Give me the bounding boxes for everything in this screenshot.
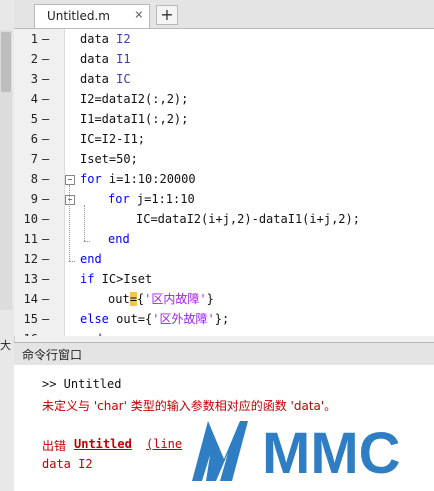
command-window-title: 命令行窗口 xyxy=(22,348,83,362)
command-prompt-line: >> Untitled xyxy=(42,377,122,391)
line-number: 15 xyxy=(23,312,38,326)
code-text: end xyxy=(108,232,130,246)
code-editor[interactable]: 1– data I2 2– data I1 3– data IC 4– I2=d… xyxy=(14,29,434,336)
code-line[interactable]: 14– out={'区内故障'} xyxy=(14,289,434,309)
code-text: out={'区内故障'} xyxy=(108,292,214,306)
line-number: 14 xyxy=(23,292,38,306)
line-number: 12 xyxy=(23,252,38,266)
tab-untitled[interactable]: Untitled.m × xyxy=(34,4,150,28)
tab-title: Untitled.m xyxy=(47,9,110,23)
left-panel-fragment: 大 xyxy=(0,339,11,352)
error-code-line: data I2 xyxy=(42,457,93,471)
code-text: data IC xyxy=(80,72,131,86)
fold-toggle-icon[interactable]: − xyxy=(65,195,75,205)
code-line[interactable]: 7– Iset=50; xyxy=(14,149,434,169)
code-line[interactable]: 6– IC=I2-I1; xyxy=(14,129,434,149)
line-number: 2 xyxy=(30,52,38,66)
code-text: else out={'区外故障'}; xyxy=(80,312,230,326)
mmc-watermark-logo: MMC xyxy=(188,415,428,486)
error-message: 未定义与 'char' 类型的输入参数相对应的函数 'data'。 xyxy=(42,399,337,413)
error-file-link[interactable]: Untitled xyxy=(74,437,132,451)
command-window-header: 命令行窗口 xyxy=(14,342,434,366)
code-line[interactable]: 4– I2=dataI2(:,2); xyxy=(14,89,434,109)
line-number: 10 xyxy=(23,212,38,226)
code-line[interactable]: 9– − for j=1:1:10 xyxy=(14,189,434,209)
left-scrollbar[interactable] xyxy=(0,30,12,310)
line-number: 7 xyxy=(30,152,38,166)
code-text: IC=I2-I1; xyxy=(80,132,146,146)
error-prefix: 出错 xyxy=(42,439,67,453)
line-number: 6 xyxy=(30,132,38,146)
left-scrollbar-thumb[interactable] xyxy=(1,32,11,92)
line-number: 16 xyxy=(20,329,38,336)
add-tab-button[interactable]: + xyxy=(156,5,178,25)
close-icon[interactable]: × xyxy=(135,7,143,23)
line-number: 8 xyxy=(30,172,38,186)
fold-guide-line xyxy=(69,185,70,261)
code-line[interactable]: 8– − for i=1:10:20000 xyxy=(14,169,434,189)
code-line[interactable]: 16– end xyxy=(14,329,434,336)
code-text: for i=1:10:20000 xyxy=(80,172,196,186)
line-number: 1 xyxy=(30,32,38,46)
line-number: 5 xyxy=(30,112,38,126)
line-number: 11 xyxy=(23,232,38,246)
code-line[interactable]: 3– data IC xyxy=(14,69,434,89)
line-number: 3 xyxy=(30,72,38,86)
line-number: 4 xyxy=(30,92,38,106)
code-line[interactable]: 5– I1=dataI1(:,2); xyxy=(14,109,434,129)
code-text: if IC>Iset xyxy=(80,272,153,286)
code-line[interactable]: 13– if IC>Iset xyxy=(14,269,434,289)
code-line[interactable]: 1– data I2 xyxy=(14,29,434,49)
line-number: 13 xyxy=(23,272,38,286)
code-text: end xyxy=(80,329,102,336)
code-text: data I2 xyxy=(80,32,131,46)
fold-guide-end xyxy=(84,241,90,242)
mmc-logo-icon: MMC xyxy=(192,421,401,486)
left-panel-strip: 大 xyxy=(0,0,15,491)
code-text: data I1 xyxy=(80,52,131,66)
code-text: Iset=50; xyxy=(80,152,138,166)
code-line[interactable]: 2– data I1 xyxy=(14,49,434,69)
fold-guide-end xyxy=(69,261,75,262)
watermark-text: MMC xyxy=(262,421,401,483)
fold-toggle-icon[interactable]: − xyxy=(65,175,75,185)
code-line[interactable]: 15– else out={'区外故障'}; xyxy=(14,309,434,329)
error-line-link[interactable]: (line xyxy=(146,437,182,451)
editor-tab-bar: Untitled.m × + xyxy=(14,0,434,29)
line-number: 9 xyxy=(30,192,38,206)
code-line[interactable]: 11– end xyxy=(14,229,434,249)
code-line[interactable]: 12– end xyxy=(14,249,434,269)
code-text: I1=dataI1(:,2); xyxy=(80,112,189,126)
code-text: I2=dataI2(:,2); xyxy=(80,92,189,106)
code-text: IC=dataI2(i+j,2)-dataI1(i+j,2); xyxy=(136,212,360,226)
code-text: for j=1:1:10 xyxy=(108,192,195,206)
code-line[interactable]: 10– IC=dataI2(i+j,2)-dataI1(i+j,2); xyxy=(14,209,434,229)
fold-guide-line xyxy=(84,205,85,241)
code-text: end xyxy=(80,252,102,266)
